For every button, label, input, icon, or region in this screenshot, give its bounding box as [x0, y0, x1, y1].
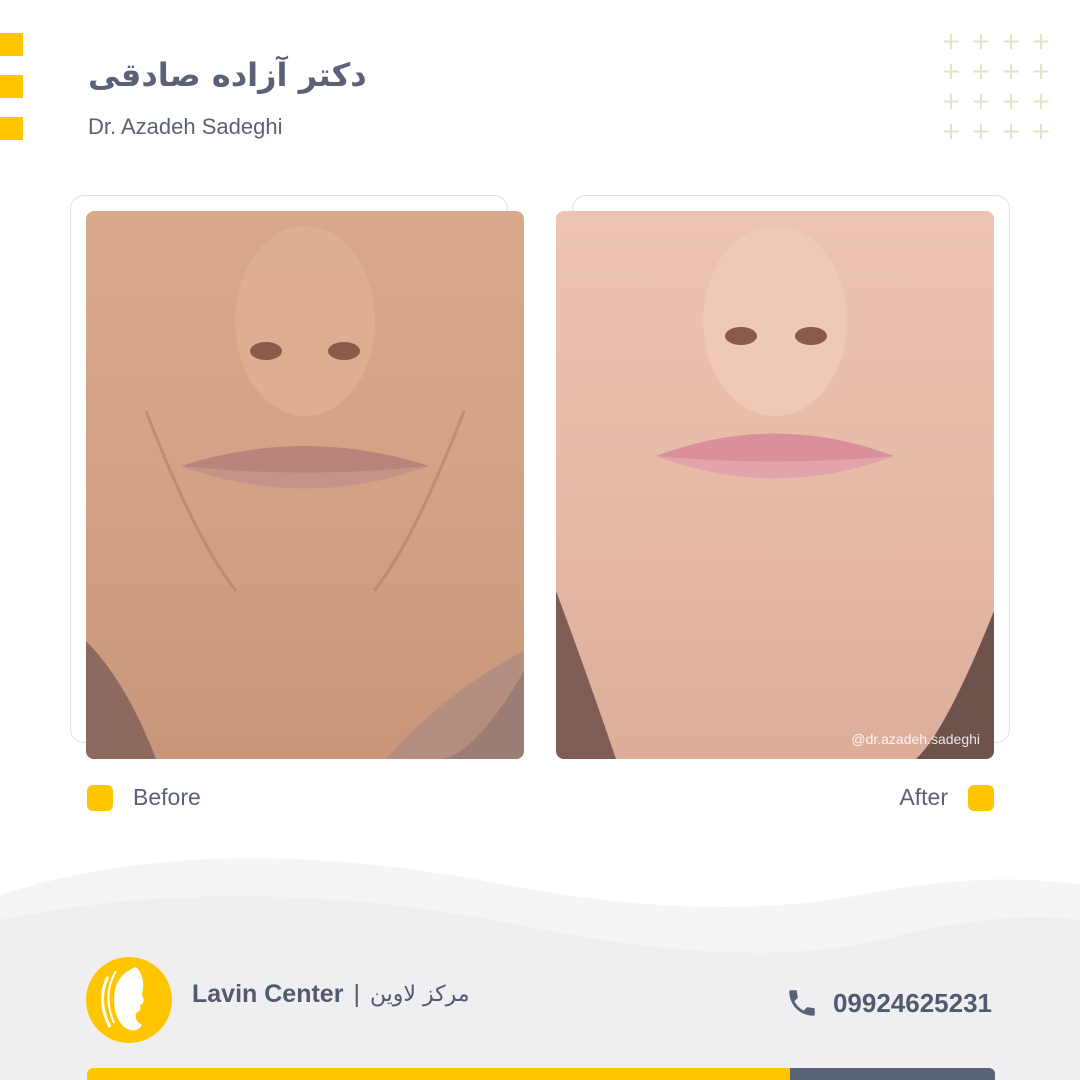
bottom-bar-yellow	[87, 1068, 790, 1080]
brand-separator: |	[353, 980, 360, 1008]
plus-icon: +	[940, 57, 962, 85]
plus-icon: +	[1030, 27, 1052, 55]
accent-bar-2	[0, 75, 23, 98]
plus-icon: +	[1030, 57, 1052, 85]
plus-icon: +	[970, 117, 992, 145]
photo-watermark: @dr.azadeh.sadeghi	[851, 731, 980, 747]
plus-icon: +	[1030, 87, 1052, 115]
after-label-row: After	[899, 784, 994, 811]
plus-icon: +	[970, 57, 992, 85]
plus-icon: +	[1030, 117, 1052, 145]
plus-decoration-grid: + + + + + + + + + + + + + + + +	[936, 26, 1062, 150]
plus-icon: +	[1000, 57, 1022, 85]
plus-icon: +	[970, 27, 992, 55]
after-label-marker	[968, 784, 994, 811]
after-label: After	[899, 784, 948, 810]
before-label: Before	[133, 784, 201, 810]
lavin-logo-icon	[86, 957, 172, 1043]
brand-name-en: Lavin Center	[192, 980, 344, 1008]
page-title-fa: دکتر آزاده صادقی	[88, 56, 367, 94]
brand-name: Lavin Center | مرکز لاوین	[192, 980, 470, 1009]
phone-number[interactable]: 09924625231	[833, 988, 992, 1019]
plus-icon: +	[940, 27, 962, 55]
plus-icon: +	[1000, 27, 1022, 55]
plus-icon: +	[940, 117, 962, 145]
page-title-en: Dr. Azadeh Sadeghi	[88, 114, 283, 139]
before-photo	[86, 211, 524, 759]
plus-icon: +	[1000, 117, 1022, 145]
bottom-bar-gray	[790, 1068, 995, 1080]
phone-contact[interactable]: 09924625231	[785, 986, 992, 1020]
brand-name-fa: مرکز لاوین	[369, 982, 470, 1007]
before-label-marker	[87, 784, 113, 811]
plus-icon: +	[970, 87, 992, 115]
accent-bar-3	[0, 117, 23, 140]
accent-bar-1	[0, 33, 23, 56]
before-label-row: Before	[87, 784, 201, 811]
plus-icon: +	[940, 87, 962, 115]
phone-icon	[789, 990, 815, 1016]
plus-icon: +	[1000, 87, 1022, 115]
after-photo: @dr.azadeh.sadeghi	[556, 211, 994, 759]
